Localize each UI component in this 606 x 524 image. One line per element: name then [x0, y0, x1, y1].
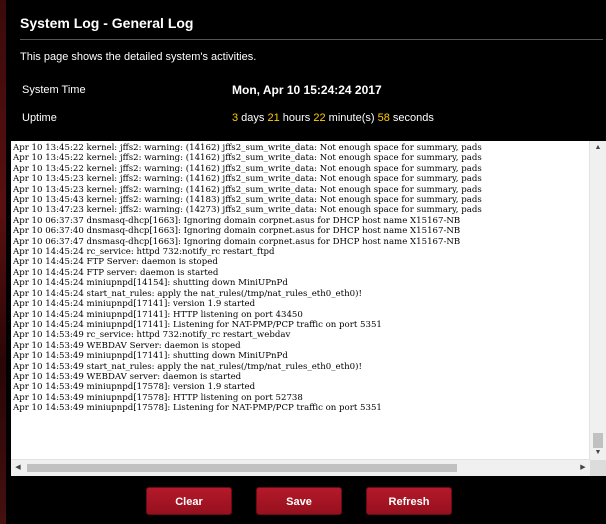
system-time-label: System Time [22, 84, 86, 96]
refresh-button[interactable]: Refresh [366, 487, 452, 515]
uptime-minutes: 22 [313, 112, 326, 124]
system-time-value: Mon, Apr 10 15:24:24 2017 [232, 83, 382, 97]
system-log-textarea[interactable]: Apr 10 13:45:22 kernel: jffs2: warning: … [11, 141, 606, 476]
system-log-text[interactable]: Apr 10 13:45:22 kernel: jffs2: warning: … [13, 143, 585, 461]
uptime-label: Uptime [22, 112, 57, 124]
uptime-row: Uptime 3 days 21 hours 22 minute(s) 58 s… [20, 108, 603, 136]
title-divider [20, 39, 603, 40]
scroll-left-arrow-icon[interactable]: ◀ [11, 460, 25, 476]
uptime-value: 3 days 21 hours 22 minute(s) 58 seconds [232, 108, 434, 128]
scroll-down-arrow-icon[interactable]: ▼ [590, 446, 606, 460]
uptime-hours-label: hours [279, 112, 314, 124]
save-button[interactable]: Save [256, 487, 342, 515]
clear-button[interactable]: Clear [146, 487, 232, 515]
horizontal-scrollbar[interactable]: ◀ ▶ [11, 459, 590, 476]
scroll-right-arrow-icon[interactable]: ▶ [576, 460, 590, 476]
uptime-hours: 21 [267, 112, 280, 124]
scrollbar-corner [590, 460, 606, 476]
uptime-seconds-label: seconds [389, 112, 434, 124]
page-title: System Log - General Log [20, 15, 194, 31]
uptime-days-label: days [238, 112, 268, 124]
scroll-up-arrow-icon[interactable]: ▲ [590, 141, 606, 155]
vertical-scrollbar[interactable]: ▲ ▼ [589, 141, 606, 460]
system-time-row: System Time Mon, Apr 10 15:24:24 2017 [20, 80, 603, 108]
page-description: This page shows the detailed system's ac… [20, 51, 257, 63]
uptime-seconds: 58 [377, 112, 390, 124]
horizontal-scroll-thumb[interactable] [27, 464, 457, 472]
uptime-minutes-label: minute(s) [325, 112, 378, 124]
